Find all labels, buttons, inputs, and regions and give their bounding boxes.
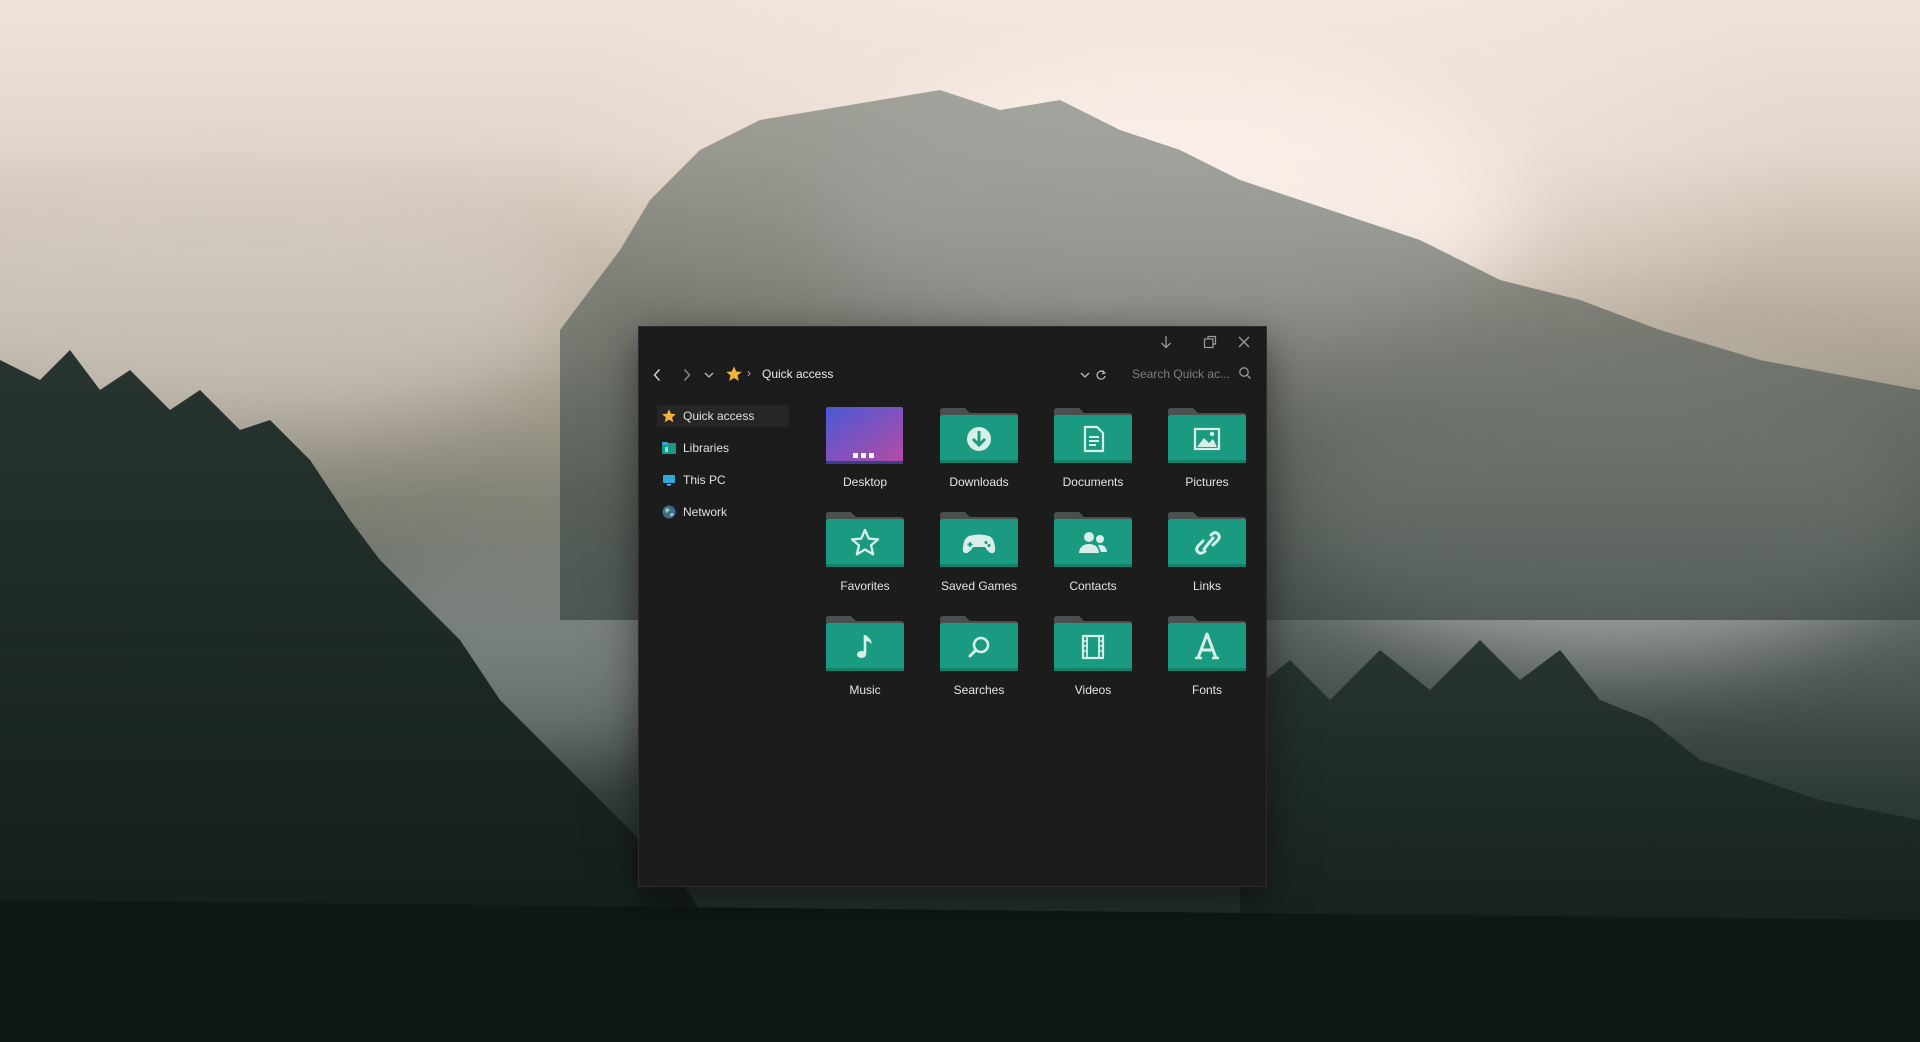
globe-icon bbox=[662, 505, 676, 519]
folder-label: Links bbox=[1192, 579, 1221, 593]
folder-label: Music bbox=[849, 683, 881, 697]
font-folder-icon bbox=[1168, 616, 1246, 671]
search-folder-icon bbox=[940, 616, 1018, 671]
star-icon bbox=[662, 409, 676, 423]
libraries-icon bbox=[662, 442, 676, 454]
picture-folder-icon bbox=[1168, 408, 1246, 463]
chevron-down-icon bbox=[1080, 372, 1090, 378]
recent-locations-button[interactable] bbox=[699, 366, 719, 384]
film-folder-icon bbox=[1054, 616, 1132, 671]
address-bar: › Quick access bbox=[639, 355, 1266, 395]
folder-label: Searches bbox=[953, 683, 1005, 697]
sidebar-item-quick-access[interactable]: Quick access bbox=[657, 405, 789, 427]
folder-pictures[interactable]: Pictures bbox=[1149, 405, 1249, 501]
desktop-folder-icon bbox=[826, 407, 903, 464]
chevron-left-icon bbox=[653, 369, 661, 381]
computer-icon bbox=[663, 475, 675, 486]
folder-music[interactable]: Music bbox=[807, 613, 907, 709]
chevron-down-icon bbox=[704, 372, 714, 378]
folder-videos[interactable]: Videos bbox=[1035, 613, 1135, 709]
minimize-button[interactable] bbox=[1154, 331, 1178, 353]
download-folder-icon bbox=[940, 408, 1018, 463]
sidebar-item-this-pc[interactable]: This PC bbox=[657, 469, 789, 491]
desktop-wallpaper: › Quick access Search Quick ac... Quick … bbox=[0, 0, 1920, 1042]
folder-label: Pictures bbox=[1185, 475, 1229, 489]
document-folder-icon bbox=[1054, 408, 1132, 463]
sidebar-item-network[interactable]: Network bbox=[657, 501, 789, 523]
star-icon bbox=[726, 366, 742, 382]
maximize-button[interactable] bbox=[1198, 331, 1222, 353]
folder-label: Fonts bbox=[1191, 683, 1222, 697]
folder-label: Contacts bbox=[1069, 579, 1117, 593]
close-icon bbox=[1238, 336, 1250, 348]
sidebar-item-label: Quick access bbox=[683, 409, 755, 423]
folder-links[interactable]: Links bbox=[1149, 509, 1249, 605]
folder-label: Favorites bbox=[840, 579, 890, 593]
link-folder-icon bbox=[1168, 512, 1246, 567]
folder-label: Saved Games bbox=[940, 579, 1018, 593]
search-box[interactable] bbox=[1132, 363, 1256, 385]
sidebar-item-label: Network bbox=[683, 505, 728, 519]
search-input[interactable] bbox=[1132, 363, 1232, 385]
folder-fonts[interactable]: Fonts bbox=[1149, 613, 1249, 709]
title-bar bbox=[639, 327, 1266, 355]
folder-documents[interactable]: Documents bbox=[1035, 405, 1135, 501]
chevron-right-icon bbox=[683, 369, 691, 381]
forward-button[interactable] bbox=[677, 366, 697, 384]
contacts-folder-icon bbox=[1054, 512, 1132, 567]
back-button[interactable] bbox=[647, 366, 667, 384]
navigation-pane: Quick access Libraries This PC Network bbox=[639, 405, 791, 865]
gamepad-folder-icon bbox=[940, 512, 1018, 567]
folder-label: Videos bbox=[1074, 683, 1112, 697]
sidebar-item-label: Libraries bbox=[683, 441, 730, 455]
folder-downloads[interactable]: Downloads bbox=[921, 405, 1021, 501]
sidebar-item-label: This PC bbox=[683, 473, 726, 487]
folder-desktop[interactable]: Desktop bbox=[807, 405, 907, 501]
folder-contacts[interactable]: Contacts bbox=[1035, 509, 1135, 605]
maximize-icon bbox=[1203, 335, 1217, 349]
breadcrumb-separator: › bbox=[747, 366, 751, 380]
file-explorer-window: › Quick access Search Quick ac... Quick … bbox=[639, 327, 1266, 886]
folder-label: Documents bbox=[1062, 475, 1124, 489]
folder-label: Downloads bbox=[949, 475, 1009, 489]
folder-favorites[interactable]: Favorites bbox=[807, 509, 907, 605]
breadcrumb-location[interactable]: Quick access bbox=[762, 367, 833, 381]
refresh-icon bbox=[1096, 370, 1106, 380]
sidebar-item-libraries[interactable]: Libraries bbox=[657, 437, 789, 459]
music-folder-icon bbox=[826, 616, 904, 671]
refresh-button[interactable] bbox=[1091, 366, 1111, 384]
folder-grid: Desktop Downloads Documents Pictures Fav… bbox=[807, 405, 1257, 805]
close-button[interactable] bbox=[1232, 331, 1256, 353]
star-folder-icon bbox=[826, 512, 904, 567]
minimize-icon bbox=[1161, 336, 1171, 349]
search-icon bbox=[1239, 367, 1251, 379]
folder-searches[interactable]: Searches bbox=[921, 613, 1021, 709]
folder-label: Desktop bbox=[842, 475, 888, 489]
folder-saved-games[interactable]: Saved Games bbox=[921, 509, 1021, 605]
